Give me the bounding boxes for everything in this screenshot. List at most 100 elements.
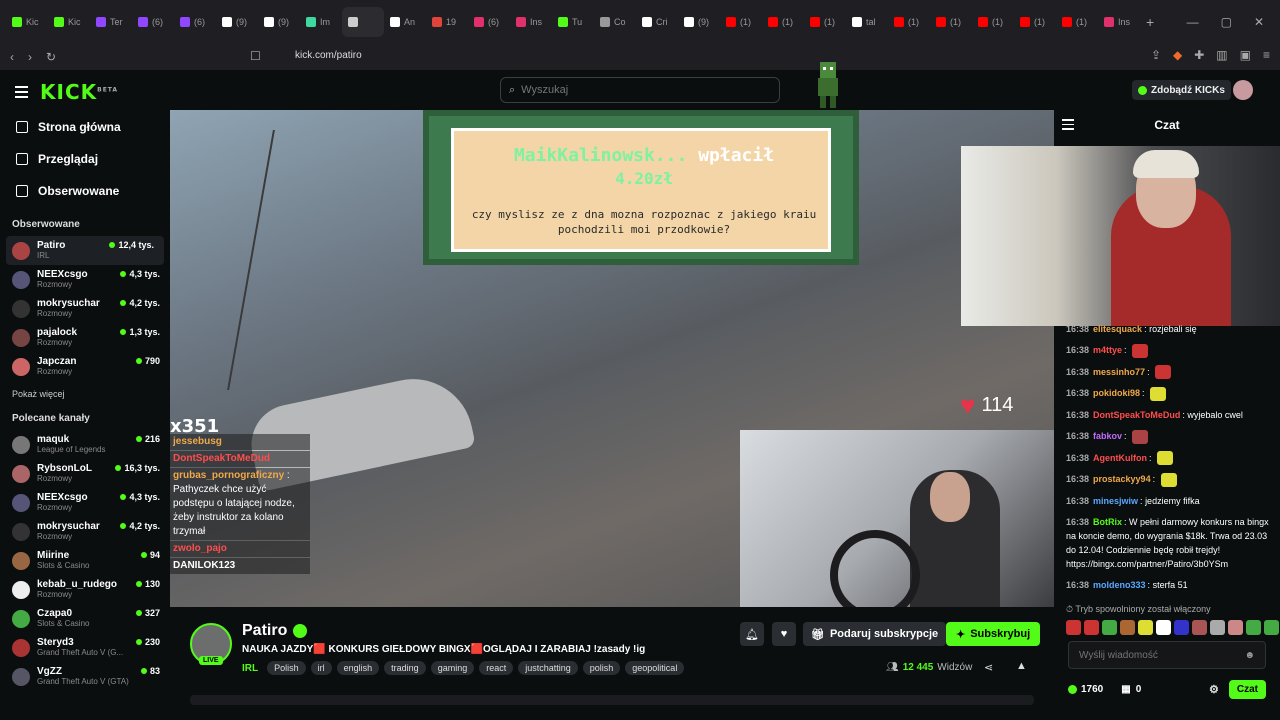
emote-icon[interactable] bbox=[1084, 620, 1099, 635]
browser-tab[interactable]: (1) bbox=[804, 7, 846, 37]
browser-tab[interactable]: (9) bbox=[216, 7, 258, 37]
chat-settings-icon[interactable]: ⚙ bbox=[1209, 683, 1219, 696]
user-avatar[interactable] bbox=[1233, 80, 1253, 100]
get-kicks-button[interactable]: Zdobądź KICKs bbox=[1132, 80, 1231, 100]
chat-username[interactable]: minesjwiw bbox=[1093, 496, 1138, 506]
hamburger-menu-icon[interactable] bbox=[15, 86, 28, 101]
browser-tab[interactable] bbox=[342, 7, 384, 37]
emote-icon[interactable] bbox=[1264, 620, 1279, 635]
browser-tab[interactable]: 19 bbox=[426, 7, 468, 37]
emote-icon[interactable] bbox=[1102, 620, 1117, 635]
browser-tab[interactable]: (1) bbox=[762, 7, 804, 37]
channel-item[interactable]: mokrysuchar Rozmowy 4,2 tys. bbox=[0, 517, 170, 546]
close-window-icon[interactable]: ✕ bbox=[1254, 15, 1264, 29]
channel-item[interactable]: maquk League of Legends 216 bbox=[0, 430, 170, 459]
channel-item[interactable]: NEEXcsgo Rozmowy 4,3 tys. bbox=[0, 265, 170, 294]
chat-username[interactable]: m4ttye bbox=[1093, 345, 1122, 355]
browser-tab[interactable]: Im bbox=[300, 7, 342, 37]
chat-message-input[interactable] bbox=[1079, 649, 1229, 661]
chat-username[interactable]: fabkov bbox=[1093, 431, 1122, 441]
points-value[interactable]: 1760 bbox=[1081, 684, 1103, 695]
gift-subs-button[interactable]: 🎁︎ Podaruj subskrypcje bbox=[803, 622, 947, 646]
subscribe-button[interactable]: ✦ Subskrybuj bbox=[946, 622, 1041, 646]
menu-icon[interactable]: ≡ bbox=[1263, 48, 1270, 62]
stream-tag[interactable]: english bbox=[336, 661, 380, 675]
chat-username[interactable]: messinho77 bbox=[1093, 367, 1145, 377]
reload-icon[interactable]: ↻ bbox=[46, 50, 56, 64]
browser-tab[interactable]: Cri bbox=[636, 7, 678, 37]
share-stream-icon[interactable]: ⋖ bbox=[984, 661, 993, 674]
notification-bell-button[interactable]: 🔔︎ bbox=[740, 622, 764, 646]
chat-username[interactable]: DontSpeakToMeDud bbox=[1093, 410, 1180, 420]
extensions-icon[interactable]: ✚ bbox=[1194, 48, 1204, 62]
channel-item[interactable]: Miirine Slots & Casino 94 bbox=[0, 546, 170, 575]
emote-icon[interactable] bbox=[1156, 620, 1171, 635]
browser-tab[interactable]: An bbox=[384, 7, 426, 37]
nav-item[interactable]: Obserwowane bbox=[0, 175, 170, 207]
channel-item[interactable]: pajalock Rozmowy 1,3 tys. bbox=[0, 323, 170, 352]
channel-name[interactable]: Patiro bbox=[242, 622, 287, 640]
channel-item[interactable]: mokrysuchar Rozmowy 4,2 tys. bbox=[0, 294, 170, 323]
browser-tab[interactable]: (6) bbox=[132, 7, 174, 37]
stream-tag[interactable]: react bbox=[479, 661, 514, 675]
channel-item[interactable]: Czapa0 Slots & Casino 327 bbox=[0, 604, 170, 633]
category-link[interactable]: IRL bbox=[242, 663, 258, 674]
search-bar[interactable]: ⌕ bbox=[500, 77, 780, 103]
emote-icon[interactable] bbox=[1120, 620, 1135, 635]
chat-send-button[interactable]: Czat bbox=[1228, 679, 1266, 699]
browser-tab[interactable]: (9) bbox=[258, 7, 300, 37]
chat-username[interactable]: prostackyy94 bbox=[1093, 474, 1151, 484]
collapse-chat-icon[interactable] bbox=[1062, 119, 1074, 133]
gifts-value[interactable]: 0 bbox=[1136, 684, 1142, 695]
sidebar-icon[interactable]: ▥ bbox=[1216, 48, 1227, 62]
stream-tag[interactable]: gaming bbox=[430, 661, 475, 675]
emote-icon[interactable] bbox=[1138, 620, 1153, 635]
back-icon[interactable]: ‹ bbox=[10, 50, 14, 64]
browser-tab[interactable]: Kic bbox=[6, 7, 48, 37]
browser-tab[interactable]: tal bbox=[846, 7, 888, 37]
stream-tag[interactable]: justchatting bbox=[518, 661, 578, 675]
browser-tab[interactable]: (1) bbox=[972, 7, 1014, 37]
emote-icon[interactable] bbox=[1174, 620, 1189, 635]
browser-tab[interactable]: (6) bbox=[468, 7, 510, 37]
browser-tab[interactable]: Ins bbox=[510, 7, 552, 37]
browser-tab[interactable]: Co bbox=[594, 7, 636, 37]
chat-username[interactable]: pokidoki98 bbox=[1093, 388, 1140, 398]
stream-tag[interactable]: trading bbox=[384, 661, 426, 675]
chat-input-box[interactable]: ☻ bbox=[1068, 641, 1266, 669]
channel-item[interactable]: Patiro IRL 12,4 tys. bbox=[6, 236, 164, 265]
chat-username[interactable]: elitesquack bbox=[1093, 324, 1142, 334]
browser-tab[interactable]: Tu bbox=[552, 7, 594, 37]
emote-icon[interactable] bbox=[1192, 620, 1207, 635]
nav-item[interactable]: Przeglądaj bbox=[0, 143, 170, 175]
nav-item[interactable]: Strona główna bbox=[0, 111, 170, 143]
kick-logo[interactable]: KICKBETA bbox=[40, 80, 118, 104]
browser-tab[interactable]: Ins bbox=[1098, 7, 1140, 37]
chat-username[interactable]: BotRix bbox=[1093, 517, 1122, 527]
video-player[interactable]: MaikKalinowsk... wpłacił 4.20zł czy mysl… bbox=[170, 110, 1054, 607]
minimize-icon[interactable]: — bbox=[1187, 15, 1199, 29]
channel-item[interactable]: RybsonLoL Rozmowy 16,3 tys. bbox=[0, 459, 170, 488]
browser-tab[interactable]: (1) bbox=[1056, 7, 1098, 37]
channel-item[interactable]: Japczan Rozmowy 790 bbox=[0, 352, 170, 381]
emote-icon[interactable] bbox=[1246, 620, 1261, 635]
url-field[interactable]: kick.com/patiro bbox=[295, 50, 362, 61]
new-tab-icon[interactable]: + bbox=[1146, 14, 1154, 30]
search-input[interactable] bbox=[521, 84, 762, 96]
browser-tab[interactable]: (9) bbox=[678, 7, 720, 37]
follow-heart-button[interactable]: ♥ bbox=[772, 622, 796, 646]
forward-icon[interactable]: › bbox=[28, 50, 32, 64]
browser-tab[interactable]: (6) bbox=[174, 7, 216, 37]
channel-item[interactable]: Steryd3 Grand Theft Auto V (G... 230 bbox=[0, 633, 170, 662]
emote-icon[interactable] bbox=[1228, 620, 1243, 635]
stream-tag[interactable]: irl bbox=[310, 661, 332, 675]
browser-tab[interactable]: Kic bbox=[48, 7, 90, 37]
report-icon[interactable]: ▲ bbox=[1016, 660, 1027, 672]
channel-item[interactable]: kebab_u_rudego Rozmowy 130 bbox=[0, 575, 170, 604]
stream-tag[interactable]: polish bbox=[582, 661, 621, 675]
emoji-icon[interactable]: ☻ bbox=[1244, 650, 1255, 661]
channel-item[interactable]: VgZZ Grand Theft Auto V (GTA) 83 bbox=[0, 662, 170, 691]
emote-icon[interactable] bbox=[1066, 620, 1081, 635]
browser-tab[interactable]: (1) bbox=[1014, 7, 1056, 37]
stream-tag[interactable]: Polish bbox=[267, 661, 306, 675]
